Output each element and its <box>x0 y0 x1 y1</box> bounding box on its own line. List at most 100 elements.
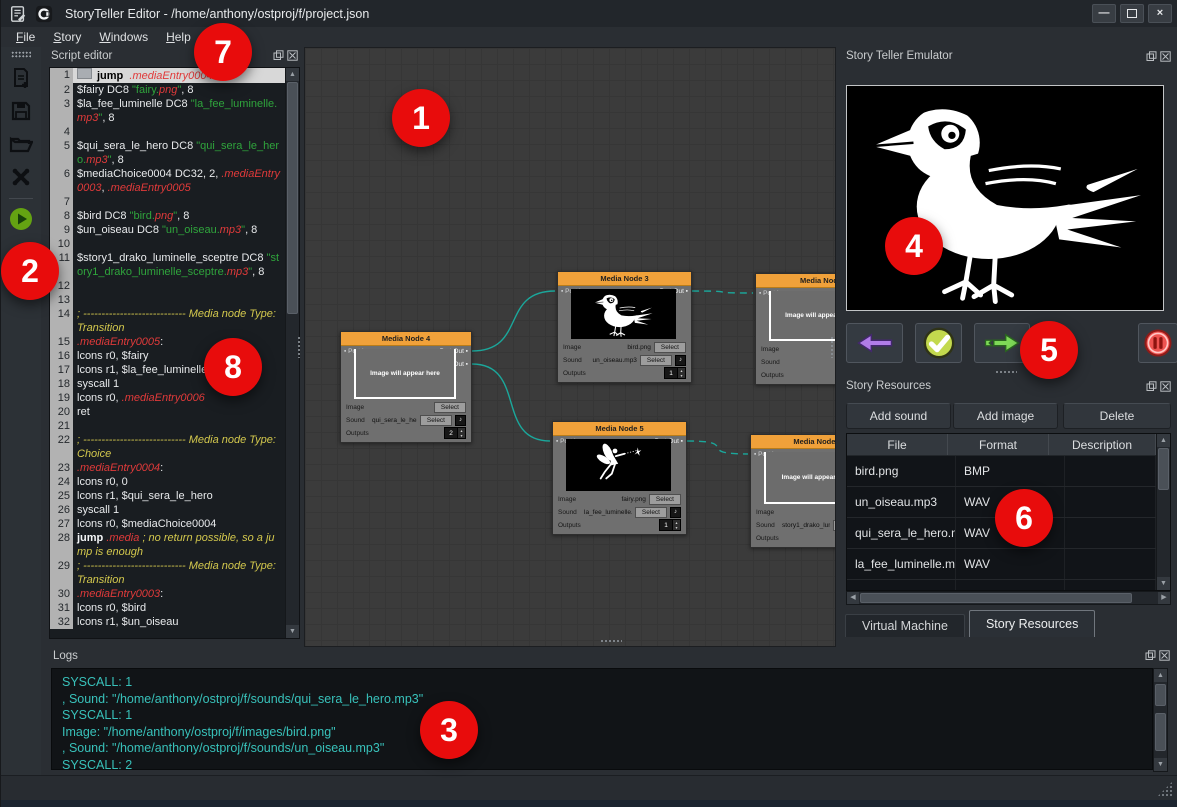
menu-help[interactable]: Help <box>157 28 200 46</box>
script-line-1[interactable]: 1jump .mediaEntry0004 <box>50 68 285 83</box>
splitter-handle[interactable] <box>995 370 1017 375</box>
previous-button[interactable] <box>846 323 903 363</box>
table-hscrollbar[interactable]: ◀ ▶ <box>846 591 1171 605</box>
script-line-10[interactable]: 10 <box>50 237 285 251</box>
sound-play-icon[interactable]: ♪ <box>675 355 686 366</box>
script-line-25[interactable]: 25lcons r1, $qui_sera_le_hero <box>50 489 285 503</box>
script-line-7[interactable]: 7 <box>50 195 285 209</box>
scroll-up-icon[interactable]: ▲ <box>1154 669 1167 682</box>
script-line-8[interactable]: 8$bird DC8 "bird.png", 8 <box>50 209 285 223</box>
splitter-handle[interactable] <box>297 336 302 358</box>
maximize-button[interactable] <box>1120 4 1144 23</box>
tab-virtual-machine[interactable]: Virtual Machine <box>845 614 965 637</box>
node-title[interactable]: Media Node 6 <box>751 435 836 449</box>
script-line-20[interactable]: 20ret <box>50 405 285 419</box>
scroll-down-icon[interactable]: ▼ <box>1154 758 1167 771</box>
column-header-file[interactable]: File <box>847 434 948 455</box>
float-dock-icon[interactable] <box>1145 650 1156 661</box>
media-node-3[interactable]: Media Node 5▪ Port InPort Out ▪ Imagefai… <box>552 421 687 535</box>
column-header-description[interactable]: Description <box>1049 434 1156 455</box>
media-node-1[interactable]: Media Node 4▪ Port InPort Out ▪Port Out … <box>340 331 472 443</box>
script-line-29[interactable]: 29; ---------------------------- Media n… <box>50 559 285 587</box>
node-title[interactable]: Media Node 5 <box>553 422 686 436</box>
select-image-button[interactable]: Select <box>434 402 466 413</box>
scroll-up-icon[interactable]: ▲ <box>1157 434 1170 447</box>
script-line-12[interactable]: 12 <box>50 279 285 293</box>
node-title[interactable]: Media Node <box>756 274 836 288</box>
outputs-spinbox[interactable]: 1▴▾ <box>664 367 686 379</box>
select-sound-button[interactable]: Select <box>640 355 672 366</box>
script-line-19[interactable]: 19lcons r0, .mediaEntry0006 <box>50 391 285 405</box>
script-line-14[interactable]: 14; ---------------------------- Media n… <box>50 307 285 335</box>
close-project-button[interactable] <box>8 164 34 190</box>
new-script-button[interactable] <box>8 65 34 91</box>
script-line-32[interactable]: 32lcons r1, $un_oiseau <box>50 615 285 629</box>
scroll-left-icon[interactable]: ◀ <box>847 592 859 604</box>
table-row[interactable]: fairy.pngBMP <box>847 580 1156 590</box>
resources-table-header[interactable]: FileFormatDescription <box>847 434 1156 456</box>
script-line-24[interactable]: 24lcons r0, 0 <box>50 475 285 489</box>
splitter-handle[interactable] <box>600 639 622 644</box>
sound-play-icon[interactable]: ♪ <box>455 415 466 426</box>
ok-button[interactable] <box>915 323 962 363</box>
menu-story[interactable]: Story <box>44 28 90 46</box>
menu-file[interactable]: File <box>7 28 44 46</box>
tab-story-resources[interactable]: Story Resources <box>969 610 1095 637</box>
splitter-handle[interactable] <box>830 336 835 358</box>
script-line-11[interactable]: 11$story1_drako_luminelle_sceptre DC8 "s… <box>50 251 285 279</box>
script-line-22[interactable]: 22; ---------------------------- Media n… <box>50 433 285 461</box>
float-dock-icon[interactable] <box>273 50 284 61</box>
script-line-4[interactable]: 4 <box>50 125 285 139</box>
table-row[interactable]: bird.pngBMP <box>847 456 1156 487</box>
script-editor[interactable]: 1jump .mediaEntry00042$fairy DC8 "fairy.… <box>49 67 300 639</box>
table-scrollbar[interactable]: ▲ ▼ <box>1156 434 1170 590</box>
script-line-3[interactable]: 3$la_fee_luminelle DC8 "la_fee_luminelle… <box>50 97 285 125</box>
minimize-button[interactable]: — <box>1092 4 1116 23</box>
select-image-button[interactable]: Select <box>654 342 686 353</box>
add-sound-button[interactable]: Add sound <box>846 403 951 429</box>
add-image-button[interactable]: Add image <box>953 403 1058 429</box>
menu-windows[interactable]: Windows <box>90 28 157 46</box>
node-title[interactable]: Media Node 3 <box>558 272 691 286</box>
close-dock-icon[interactable] <box>287 50 298 61</box>
select-sound-button[interactable]: Select <box>835 357 836 368</box>
close-button[interactable]: × <box>1148 4 1172 23</box>
close-dock-icon[interactable] <box>1160 51 1171 62</box>
script-line-5[interactable]: 5$qui_sera_le_hero DC8 "qui_sera_le_hero… <box>50 139 285 167</box>
float-dock-icon[interactable] <box>1146 381 1157 392</box>
script-line-2[interactable]: 2$fairy DC8 "fairy.png", 8 <box>50 83 285 97</box>
pause-button[interactable] <box>1138 323 1177 363</box>
script-line-28[interactable]: 28jump .media ; no return possible, so a… <box>50 531 285 559</box>
scroll-down-icon[interactable]: ▼ <box>286 625 299 638</box>
save-button[interactable] <box>8 98 34 124</box>
logs-scrollbar[interactable]: ▲ ▼ <box>1153 668 1168 772</box>
sound-play-icon[interactable]: ♪ <box>670 507 681 518</box>
media-node-4[interactable]: Media Node▪ Port InPort Out ▪Image will … <box>755 273 836 385</box>
node-title[interactable]: Media Node 4 <box>341 332 471 346</box>
media-node-5[interactable]: Media Node 6▪ Port InPort Out ▪Image wil… <box>750 434 836 548</box>
toolbar-grip[interactable] <box>11 51 31 58</box>
script-line-6[interactable]: 6$mediaChoice0004 DC32, 2, .mediaEntry00… <box>50 167 285 195</box>
outputs-spinbox[interactable]: 1▴▾ <box>659 519 681 531</box>
script-line-23[interactable]: 23.mediaEntry0004: <box>50 461 285 475</box>
script-line-27[interactable]: 27lcons r0, $mediaChoice0004 <box>50 517 285 531</box>
media-node-2[interactable]: Media Node 3▪ Port InPort Out ▪ Imagebir… <box>557 271 692 383</box>
select-sound-button[interactable]: Select <box>420 415 452 426</box>
script-line-30[interactable]: 30.mediaEntry0003: <box>50 587 285 601</box>
select-sound-button[interactable]: Select <box>635 507 667 518</box>
script-line-9[interactable]: 9$un_oiseau DC8 "un_oiseau.mp3", 8 <box>50 223 285 237</box>
script-line-21[interactable]: 21 <box>50 419 285 433</box>
resize-grip[interactable] <box>1157 781 1173 797</box>
select-sound-button[interactable]: Select <box>833 520 836 531</box>
delete-button[interactable]: Delete <box>1063 403 1171 429</box>
run-button[interactable] <box>8 206 34 232</box>
script-line-13[interactable]: 13 <box>50 293 285 307</box>
outputs-spinbox[interactable]: 2▴▾ <box>444 427 466 439</box>
select-image-button[interactable]: Select <box>649 494 681 505</box>
script-line-31[interactable]: 31lcons r0, $bird <box>50 601 285 615</box>
node-canvas[interactable]: Media Node 4▪ Port InPort Out ▪Port Out … <box>304 47 836 647</box>
table-row[interactable]: la_fee_luminelle.mp3WAV <box>847 549 1156 580</box>
float-dock-icon[interactable] <box>1146 51 1157 62</box>
close-dock-icon[interactable] <box>1159 650 1170 661</box>
script-line-26[interactable]: 26syscall 1 <box>50 503 285 517</box>
